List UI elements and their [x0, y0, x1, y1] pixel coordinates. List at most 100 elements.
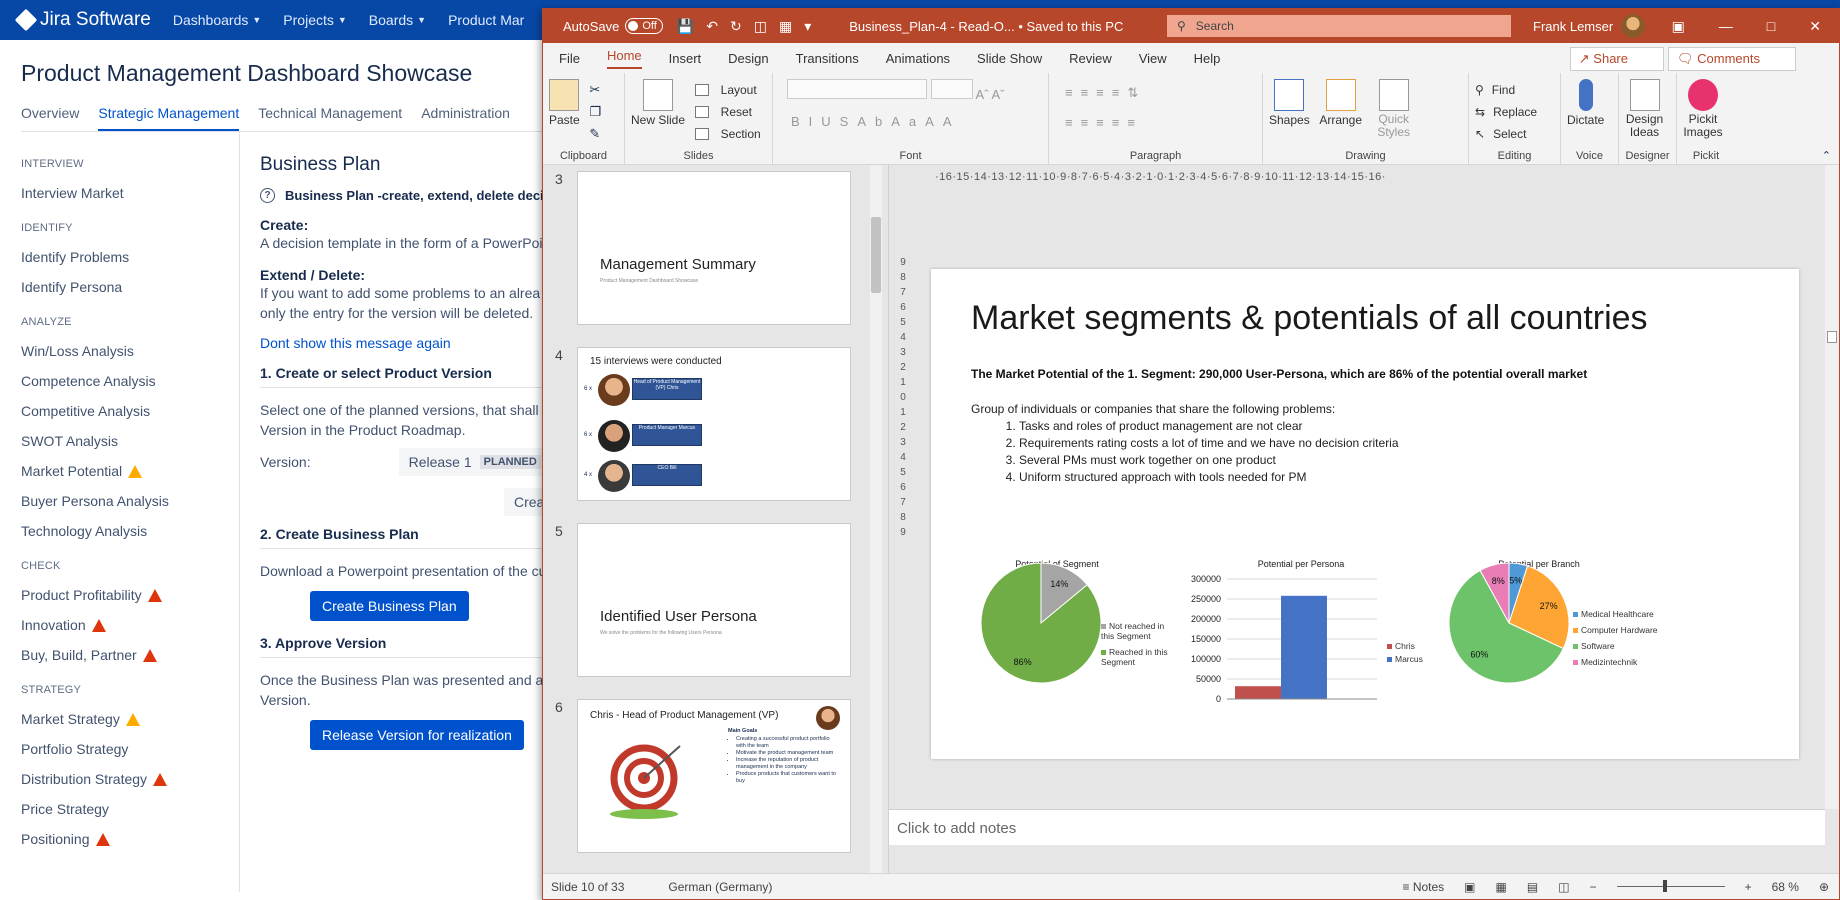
nav-item[interactable]: Boards ▼ — [369, 12, 426, 28]
slide-thumbnail-6[interactable]: Chris - Head of Product Management (VP) … — [577, 699, 851, 853]
replace-button[interactable]: ⇆ Replace — [1475, 101, 1554, 123]
fit-slide-icon[interactable]: ⊕ — [1819, 880, 1829, 894]
font-format-icons[interactable]: BIUSAbAaAA — [791, 114, 1042, 129]
bar-marcus[interactable] — [1281, 595, 1327, 699]
ribbon-tab-file[interactable]: File — [559, 51, 580, 66]
ribbon-tab-home[interactable]: Home — [606, 48, 642, 69]
slide-subtitle[interactable]: The Market Potential of the 1. Segment: … — [971, 367, 1587, 381]
search-input[interactable]: ⚲ Search — [1167, 15, 1511, 37]
select-button[interactable]: ↖ Select — [1475, 123, 1554, 145]
sidebar-item-swot-analysis[interactable]: SWOT Analysis — [21, 426, 239, 456]
sidebar-item-market-strategy[interactable]: Market Strategy — [21, 704, 239, 734]
sidebar-item-competitive-analysis[interactable]: Competitive Analysis — [21, 396, 239, 426]
slide-thumbnail-3[interactable]: Management Summary Product Management Da… — [577, 171, 851, 325]
grow-font-icon[interactable]: Aˆ — [976, 87, 989, 102]
slide-title[interactable]: Market segments & potentials of all coun… — [971, 299, 1648, 338]
zoom-level[interactable]: 68 % — [1772, 880, 1799, 894]
ribbon-tab-transitions[interactable]: Transitions — [796, 51, 859, 66]
ribbon-tab-insert[interactable]: Insert — [669, 51, 702, 66]
sidebar-item-distribution-strategy[interactable]: Distribution Strategy — [21, 764, 239, 794]
layout-button[interactable]: Layout — [694, 79, 761, 101]
share-button[interactable]: ↗ Share — [1569, 47, 1664, 71]
slideshow-view-icon[interactable]: ◫ — [1558, 880, 1569, 894]
sidebar-item-identify-persona[interactable]: Identify Persona — [21, 272, 239, 302]
copy-icon[interactable]: ❐ — [589, 101, 601, 123]
design-ideas-button[interactable]: Design Ideas — [1625, 79, 1664, 139]
ribbon-tab-review[interactable]: Review — [1069, 51, 1112, 66]
pickit-images-button[interactable]: Pickit Images — [1683, 79, 1723, 139]
sidebar-item-technology-analysis[interactable]: Technology Analysis — [21, 516, 239, 546]
sorter-view-icon[interactable]: ▦ — [1496, 880, 1507, 894]
sidebar-item-price-strategy[interactable]: Price Strategy — [21, 794, 239, 824]
shrink-font-icon[interactable]: Aˇ — [991, 87, 1004, 102]
user-account[interactable]: Frank Lemser — [1533, 9, 1646, 43]
tab-technical-management[interactable]: Technical Management — [258, 105, 402, 131]
notes-toggle[interactable]: ≡ Notes — [1402, 880, 1444, 894]
tab-administration[interactable]: Administration — [421, 105, 510, 131]
sidebar-item-positioning[interactable]: Positioning — [21, 824, 239, 854]
shapes-button[interactable]: Shapes — [1269, 79, 1310, 127]
pie-chart-branch[interactable]: 5% 27% 60% 8% — [1429, 533, 1589, 693]
ribbon-tab-help[interactable]: Help — [1194, 51, 1221, 66]
zoom-slider-handle[interactable] — [1662, 880, 1667, 892]
help-icon[interactable]: ? — [260, 188, 275, 203]
notes-pane[interactable]: Click to add notes — [889, 809, 1825, 845]
align-icons[interactable]: ≡≡≡≡≡ — [1065, 115, 1256, 130]
reading-view-icon[interactable]: ▤ — [1527, 880, 1538, 894]
sidebar-item-win-loss-analysis[interactable]: Win/Loss Analysis — [21, 336, 239, 366]
create-business-plan-button[interactable]: Create Business Plan — [310, 591, 469, 621]
slide-thumbnail-5[interactable]: Identified User Persona We solve the pro… — [577, 523, 851, 677]
normal-view-icon[interactable]: ▣ — [1464, 880, 1475, 894]
sidebar-item-product-profitability[interactable]: Product Profitability — [21, 580, 239, 610]
zoom-slider[interactable] — [1616, 880, 1725, 892]
tab-strategic-management[interactable]: Strategic Management — [98, 105, 240, 131]
sidebar-item-interview-market[interactable]: Interview Market — [21, 178, 239, 208]
quick-styles-button[interactable]: Quick Styles — [1372, 79, 1416, 139]
editor-scroll-knob[interactable] — [1827, 331, 1837, 343]
slide-thumbnail-4[interactable]: 15 interviews were conducted 6 x Head of… — [577, 347, 851, 501]
font-size-select[interactable] — [930, 79, 973, 99]
arrange-button[interactable]: Arrange — [1319, 79, 1362, 127]
zoom-in-icon[interactable]: + — [1745, 880, 1752, 894]
sidebar-item-identify-problems[interactable]: Identify Problems — [21, 242, 239, 272]
present-icon[interactable]: ◫ — [754, 18, 767, 35]
tab-overview[interactable]: Overview — [21, 105, 79, 131]
sidebar-item-innovation[interactable]: Innovation — [21, 610, 239, 640]
nav-item[interactable]: Projects ▼ — [283, 12, 347, 28]
find-button[interactable]: ⚲ Find — [1475, 79, 1554, 101]
ribbon-tab-animations[interactable]: Animations — [886, 51, 950, 66]
sidebar-item-portfolio-strategy[interactable]: Portfolio Strategy — [21, 734, 239, 764]
ribbon-tab-slide-show[interactable]: Slide Show — [977, 51, 1042, 66]
undo-icon[interactable]: ↶ — [706, 18, 718, 35]
sidebar-item-competence-analysis[interactable]: Competence Analysis — [21, 366, 239, 396]
customize-qat-icon[interactable]: ▾ — [804, 18, 811, 35]
dictate-button[interactable]: Dictate — [1567, 79, 1604, 127]
scroll-knob[interactable] — [871, 217, 881, 293]
autosave-toggle[interactable]: Off — [625, 18, 663, 34]
thumbnails-scrollbar[interactable] — [870, 165, 882, 873]
new-slide-button[interactable]: New Slide — [631, 79, 685, 127]
collapse-ribbon-icon[interactable]: ⌃ — [1822, 149, 1831, 162]
maximize-icon[interactable]: □ — [1767, 18, 1775, 34]
nav-item[interactable]: Product Mar — [448, 12, 524, 28]
picture-icon[interactable]: ▦ — [779, 18, 792, 35]
editor-scrollbar[interactable] — [1825, 165, 1839, 809]
comments-button[interactable]: 🗨 Comments — [1668, 47, 1796, 71]
ribbon-tab-view[interactable]: View — [1139, 51, 1167, 66]
ribbon-display-icon[interactable]: ▣ — [1672, 18, 1685, 35]
font-family-select[interactable] — [787, 79, 927, 99]
format-painter-icon[interactable]: ✎ — [589, 123, 601, 145]
sidebar-item-market-potential[interactable]: Market Potential — [21, 456, 239, 486]
sidebar-item-buy-build-partner[interactable]: Buy, Build, Partner — [21, 640, 239, 670]
nav-item[interactable]: Dashboards ▼ — [173, 12, 261, 28]
version-select[interactable]: Release 1 PLANNED — [398, 448, 551, 476]
paste-button[interactable]: Paste — [549, 79, 580, 127]
bar-chris[interactable] — [1235, 686, 1281, 699]
save-icon[interactable]: 💾 — [677, 18, 694, 35]
redo-icon[interactable]: ↻ — [730, 18, 742, 35]
zoom-out-icon[interactable]: − — [1590, 880, 1597, 894]
release-version-button[interactable]: Release Version for realization — [310, 720, 524, 750]
sidebar-item-buyer-persona-analysis[interactable]: Buyer Persona Analysis — [21, 486, 239, 516]
reset-button[interactable]: Reset — [694, 101, 761, 123]
pie-chart-segment[interactable]: 14% 86% — [961, 533, 1121, 693]
